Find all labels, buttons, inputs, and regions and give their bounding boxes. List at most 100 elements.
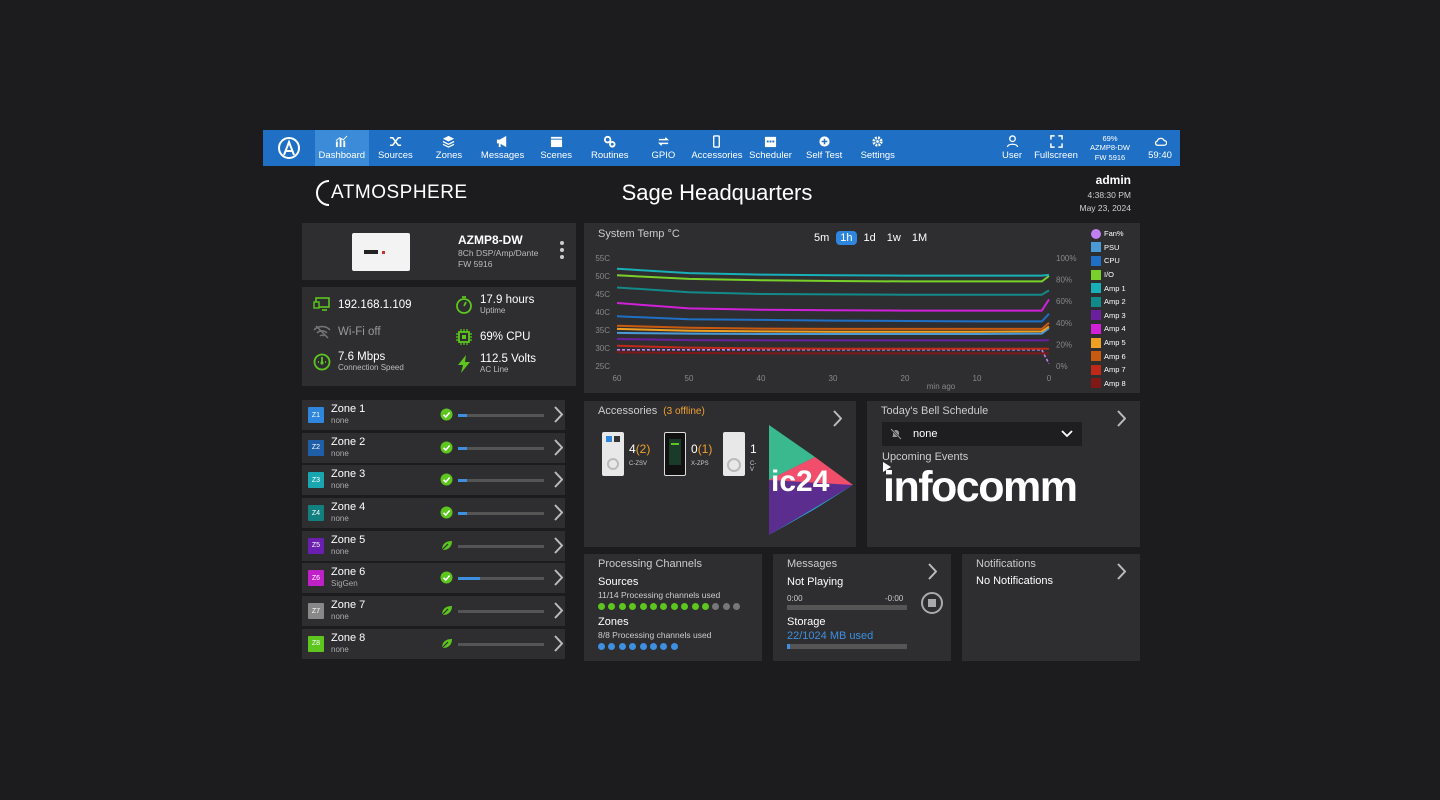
legend-item[interactable]: Amp 6 [1091,349,1126,363]
user-info: admin 4:38:30 PM May 23, 2024 [1079,173,1131,213]
zone-row[interactable]: Z7 Zone 7 none [302,596,565,627]
chevron-right-icon[interactable] [553,537,563,554]
nav-label: Routines [591,150,629,161]
nav-cloud[interactable]: 59:40 [1140,130,1180,166]
legend-item[interactable]: Fan% [1091,227,1126,241]
zone-badge: Z3 [308,472,324,489]
zone-volume-bar[interactable] [458,544,544,548]
accessories-title-text: Accessories [598,405,658,417]
processing-sources-label: Sources [598,576,639,588]
chevron-right-icon[interactable] [927,563,937,580]
nav-user[interactable]: User [992,130,1032,166]
shuffle-icon [389,137,401,146]
nav-fullscreen[interactable]: Fullscreen [1032,130,1080,166]
series-line-amp-2 [616,286,1050,296]
atmosphere-logo-icon[interactable] [263,130,315,166]
nav-scheduler[interactable]: Scheduler [744,130,798,166]
stop-button[interactable] [921,592,943,614]
chevron-right-icon[interactable] [1116,563,1126,580]
zone-row[interactable]: Z5 Zone 5 none [302,530,565,561]
legend-item[interactable]: Amp 2 [1091,295,1126,309]
legend-item[interactable]: Amp 3 [1091,309,1126,323]
accessory-label: X-ZPS [691,461,709,467]
legend-label: Amp 2 [1104,297,1126,307]
accessory-count: 0 [691,442,698,456]
nav-device-status[interactable]: 69% AZMP8-DW FW 5916 [1080,130,1140,166]
legend-item[interactable]: Amp 1 [1091,281,1126,295]
chevron-right-icon[interactable] [553,569,563,587]
channel-dot [701,603,709,610]
legend-item[interactable]: I/O [1091,268,1126,282]
nav-settings[interactable]: Settings [851,130,905,166]
bell-schedule-select[interactable]: none [882,422,1082,446]
zone-row[interactable]: Z6 Zone 6 SigGen [302,563,565,594]
channel-dot [608,643,616,650]
nav-dashboard[interactable]: Dashboard [315,130,369,166]
zone-row[interactable]: Z4 Zone 4 none [302,498,565,529]
legend-item[interactable]: CPU [1091,254,1126,268]
legend-item[interactable]: Amp 4 [1091,322,1126,336]
zone-badge: Z1 [308,407,324,423]
nav-sources[interactable]: Sources [369,130,423,166]
zone-volume-bar[interactable] [458,446,544,450]
channel-dot [712,603,720,610]
connection-speed-label: Connection Speed [338,363,404,372]
ip-address: 192.168.1.109 [338,299,412,311]
nav-self-test[interactable]: Self Test [797,130,851,166]
nav-messages[interactable]: Messages [476,130,530,166]
chevron-right-icon[interactable] [1116,410,1126,427]
legend-item[interactable]: Amp 8 [1091,377,1126,391]
zone-volume-bar[interactable] [458,512,544,516]
processing-zones-used: 8/8 Processing channels used [598,630,712,640]
legend-item[interactable]: Amp 5 [1091,336,1126,350]
accessory-c-v[interactable]: 1 C-V [723,432,757,476]
zone-volume-bar[interactable] [458,610,544,614]
chevron-right-icon[interactable] [553,471,563,489]
chevron-right-icon[interactable] [553,439,563,456]
nav-gpio[interactable]: GPIO [637,130,691,166]
legend-label: Amp 3 [1104,310,1126,320]
chevron-right-icon[interactable] [553,504,563,521]
zone-volume-fill [458,446,467,450]
accessory-x-zps[interactable]: 0(1) X-ZPS [664,432,712,476]
chevron-right-icon[interactable] [553,635,563,652]
device-card[interactable]: AZMP8-DW 8Ch DSP/Amp/Dante FW 5916 [302,223,576,280]
zone-row[interactable]: Z2 Zone 2 none [302,432,565,463]
y2-tick-label: 80% [1056,276,1072,285]
zone-name: Zone 4 [331,501,366,514]
channel-dot [639,643,647,650]
x-tick-label: 50 [685,374,694,383]
accessory-c-zsv[interactable]: 4(2) C-ZSV [602,432,650,476]
zone-row[interactable]: Z8 Zone 8 none [302,628,565,659]
zone-row[interactable]: Z3 Zone 3 none [302,465,565,496]
gear-icon [872,136,883,147]
message-progress-bar[interactable] [787,605,907,610]
volume-knob-icon [723,432,745,476]
zone-volume-bar[interactable] [458,642,544,646]
chevron-right-icon[interactable] [553,602,563,619]
legend-label: Fan% [1104,229,1124,239]
zone-volume-bar[interactable] [458,577,544,581]
nav-scenes[interactable]: Scenes [529,130,583,166]
legend-item[interactable]: Amp 7 [1091,363,1126,377]
nav-zones[interactable]: Zones [422,130,476,166]
channel-dot [649,603,657,610]
storage-used[interactable]: 22/1024 MB used [787,630,873,642]
zone-volume-bar[interactable] [458,479,544,483]
message-status: Not Playing [787,576,844,588]
stat-volts: 112.5 Volts AC Line [455,353,536,374]
processing-title: Processing Channels [598,558,702,570]
legend-label: Amp 8 [1104,378,1126,388]
series-line-amp-8 [616,351,1049,355]
zone-row[interactable]: Z1 Zone 1 none [302,400,565,430]
zone-volume-bar[interactable] [458,414,544,417]
accessories-card[interactable]: Accessories (3 offline) 4(2) C-ZSV 0(1) X… [584,401,856,547]
chevron-right-icon[interactable] [553,406,563,423]
nav-routines[interactable]: Routines [583,130,637,166]
nav-label: Messages [480,150,525,161]
nav-accessories[interactable]: Accessories [690,130,744,166]
channel-dot [722,603,730,610]
device-menu-icon[interactable] [560,241,564,262]
legend-item[interactable]: PSU [1091,241,1126,255]
nav-label: Dashboard [318,150,366,161]
